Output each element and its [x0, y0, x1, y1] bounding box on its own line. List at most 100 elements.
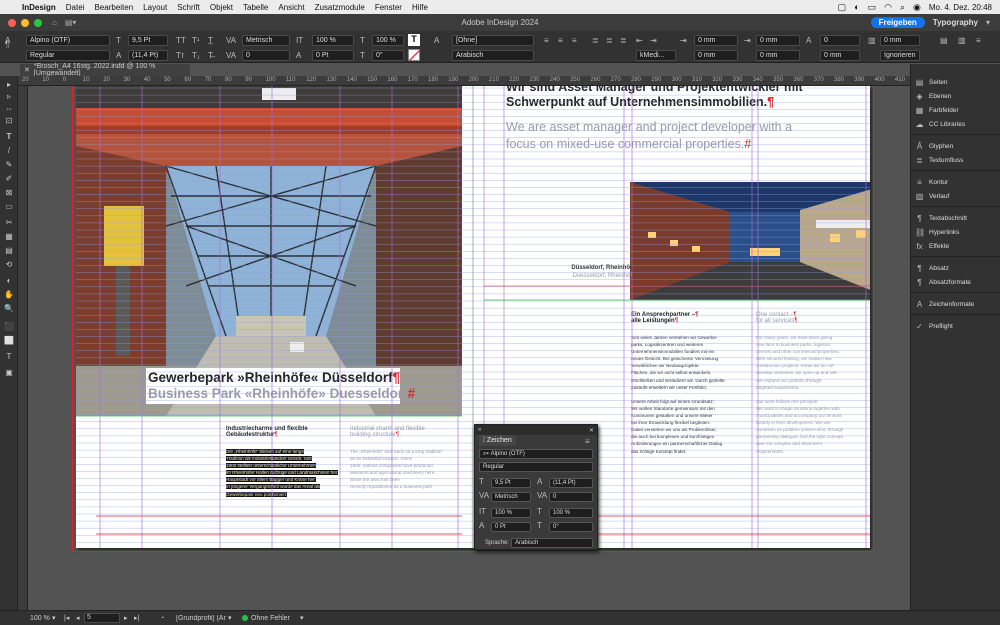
- panel-item-textabschnitt[interactable]: ¶ Textabschnitt: [915, 212, 967, 224]
- battery-icon[interactable]: ▭: [868, 2, 877, 13]
- siri-icon[interactable]: ◉: [913, 2, 921, 13]
- menu-table[interactable]: Tabelle: [243, 3, 268, 12]
- cp-kerning-field[interactable]: Metrisch: [491, 492, 531, 502]
- panel-collapse-icon[interactable]: «: [478, 427, 481, 433]
- formatting-text-icon[interactable]: T: [0, 352, 18, 361]
- panel-item-seiten[interactable]: ▤ Seiten: [915, 76, 948, 88]
- cp-leading-field[interactable]: (11,4 Pt): [549, 478, 593, 488]
- menu-object[interactable]: Objekt: [210, 3, 233, 12]
- panel-menu-icon[interactable]: ≡: [976, 36, 981, 45]
- align-center-icon[interactable]: ≡: [558, 36, 563, 45]
- panel-item-absatzformate[interactable]: ¶ Absatzformate: [915, 276, 971, 288]
- menu-edit[interactable]: Bearbeiten: [94, 3, 133, 12]
- small-caps-icon[interactable]: Tт: [176, 51, 185, 60]
- skew-field[interactable]: 0°: [372, 50, 404, 61]
- character-panel[interactable]: « ✕ ⁞ Zeichen ≡ ⌕▾ Alpino (OTF) Regular T…: [474, 424, 598, 550]
- vertical-scale-field[interactable]: 100 %: [312, 35, 354, 46]
- clock[interactable]: Mo. 4. Dez. 20:48: [929, 3, 992, 12]
- panel-item-ebenen[interactable]: ◈ Ebenen: [915, 90, 951, 102]
- menu-type[interactable]: Schrift: [177, 3, 200, 12]
- rtl-direction-icon[interactable]: ⇤: [636, 36, 643, 45]
- pasteboard[interactable]: Gewerbepark »Rheinhöfe« Düsseldorf¶ Busi…: [28, 86, 910, 610]
- span-columns-field[interactable]: 0 mm: [880, 35, 920, 46]
- text-stroke-swatch[interactable]: [408, 49, 420, 61]
- gap-tool-icon[interactable]: ⊡: [0, 116, 18, 125]
- kerning-field[interactable]: Metrisch: [242, 35, 290, 46]
- menu-app-name[interactable]: InDesign: [22, 3, 56, 12]
- baseline-grid-icon[interactable]: ▤: [940, 36, 948, 45]
- menu-file[interactable]: Datei: [66, 3, 85, 12]
- subscript-icon[interactable]: T₁: [192, 51, 200, 60]
- preflight-profile[interactable]: [Grundprofil] (Ar...: [176, 615, 226, 622]
- font-style-field[interactable]: Regular: [26, 50, 110, 61]
- menu-view[interactable]: Ansicht: [278, 3, 304, 12]
- all-caps-icon[interactable]: TT: [176, 36, 186, 45]
- prev-page-icon[interactable]: ◂: [76, 614, 80, 622]
- type-tool-icon[interactable]: T: [0, 132, 18, 141]
- ltr-direction-icon[interactable]: ⇥: [650, 36, 657, 45]
- window-minimize-button[interactable]: [21, 18, 29, 27]
- plugin-icon[interactable]: ▢: [838, 2, 847, 13]
- cp-baseline-field[interactable]: 0 Pt: [491, 522, 531, 532]
- cp-tracking-field[interactable]: 0: [549, 492, 593, 502]
- zoom-dropdown-icon[interactable]: ▾: [52, 614, 56, 622]
- cp-skew-field[interactable]: 0°: [549, 522, 593, 532]
- panel-item-preflight[interactable]: ✓ Preflight: [915, 320, 953, 332]
- leading-field[interactable]: (11,4 Pt): [128, 50, 168, 61]
- justify-all-icon[interactable]: ≣: [620, 36, 627, 45]
- sync-icon[interactable]: ◔: [160, 615, 164, 622]
- character-panel-tab[interactable]: ⁞ Zeichen: [479, 435, 516, 446]
- first-line-indent-field[interactable]: 0 mm: [756, 35, 800, 46]
- align-left-icon[interactable]: ≡: [544, 36, 549, 45]
- hand-tool-icon[interactable]: ✋: [0, 290, 18, 299]
- next-page-icon[interactable]: ▸: [124, 614, 128, 622]
- shading-field[interactable]: Ignorieren: [880, 50, 920, 61]
- direct-selection-tool-icon[interactable]: ▹: [0, 92, 18, 101]
- kashida-field[interactable]: kMedi...: [636, 50, 676, 61]
- align-right-icon[interactable]: ≡: [572, 36, 577, 45]
- rotate-tool-icon[interactable]: ⟲: [0, 260, 18, 269]
- rectangle-frame-tool-icon[interactable]: ⊠: [0, 188, 18, 197]
- panel-menu-icon[interactable]: ≡: [585, 437, 590, 446]
- cp-hscale-field[interactable]: 100 %: [549, 508, 593, 518]
- zoom-tool-icon[interactable]: 🔍: [0, 304, 18, 313]
- eyedropper-tool-icon[interactable]: ◐: [0, 276, 18, 285]
- panel-item-absatz[interactable]: ¶ Absatz: [915, 262, 949, 274]
- window-zoom-button[interactable]: [34, 18, 42, 27]
- pen-tool-icon[interactable]: ✎: [0, 160, 18, 169]
- character-style-field[interactable]: [Ohne]: [452, 35, 534, 46]
- align-to-grid-icon[interactable]: ▥: [958, 36, 966, 45]
- vertical-ruler[interactable]: [18, 86, 28, 610]
- last-line-indent-field[interactable]: 0 mm: [756, 50, 800, 61]
- menu-window[interactable]: Fenster: [375, 3, 402, 12]
- pencil-tool-icon[interactable]: ✐: [0, 174, 18, 183]
- selection-tool-icon[interactable]: ▸: [0, 80, 18, 89]
- zoom-level[interactable]: 100 %: [30, 615, 50, 622]
- cp-font-size-field[interactable]: 9,5 Pt: [491, 478, 531, 488]
- profile-dropdown-icon[interactable]: ▾: [228, 614, 232, 622]
- horizontal-ruler[interactable]: 20 10 0 10 20 30 40 50 60 70 80 90 100 110 120 130 140 15…: [18, 76, 925, 86]
- fill-swatch-icon[interactable]: ⬛: [0, 322, 18, 331]
- document-tab[interactable]: ✕ *Brosch_A4 16stg. 2022.indd @ 100 % [U…: [20, 63, 190, 77]
- strikethrough-icon[interactable]: T̶: [208, 51, 213, 60]
- menu-help[interactable]: Hilfe: [412, 3, 428, 12]
- language-field[interactable]: Arabisch: [452, 50, 534, 61]
- page-tool-icon[interactable]: ⇔: [0, 104, 18, 113]
- superscript-icon[interactable]: T¹: [192, 36, 200, 45]
- arrange-icon[interactable]: ▤▾: [65, 18, 77, 27]
- last-page-icon[interactable]: ▸|: [134, 614, 139, 622]
- right-indent-field[interactable]: 0 mm: [694, 50, 738, 61]
- preflight-menu-icon[interactable]: ▾: [300, 614, 304, 622]
- menu-layout[interactable]: Layout: [143, 3, 167, 12]
- panel-item-verlauf[interactable]: ▨ Verlauf: [915, 190, 950, 202]
- left-indent-field[interactable]: 0 mm: [694, 35, 738, 46]
- cp-language-field[interactable]: Arabisch: [511, 538, 593, 548]
- free-transform-tool-icon[interactable]: ▦: [0, 232, 18, 241]
- home-icon[interactable]: ⌂: [52, 18, 57, 27]
- text-fill-swatch[interactable]: T: [408, 34, 420, 46]
- panel-close-icon[interactable]: ✕: [589, 427, 594, 434]
- panel-item-farbfelder[interactable]: ▦ Farbfelder: [915, 104, 959, 116]
- scissors-tool-icon[interactable]: ✂: [0, 218, 18, 227]
- panel-item-zeichenformate[interactable]: A Zeichenformate: [915, 298, 974, 310]
- share-button[interactable]: Freigeben: [870, 17, 925, 28]
